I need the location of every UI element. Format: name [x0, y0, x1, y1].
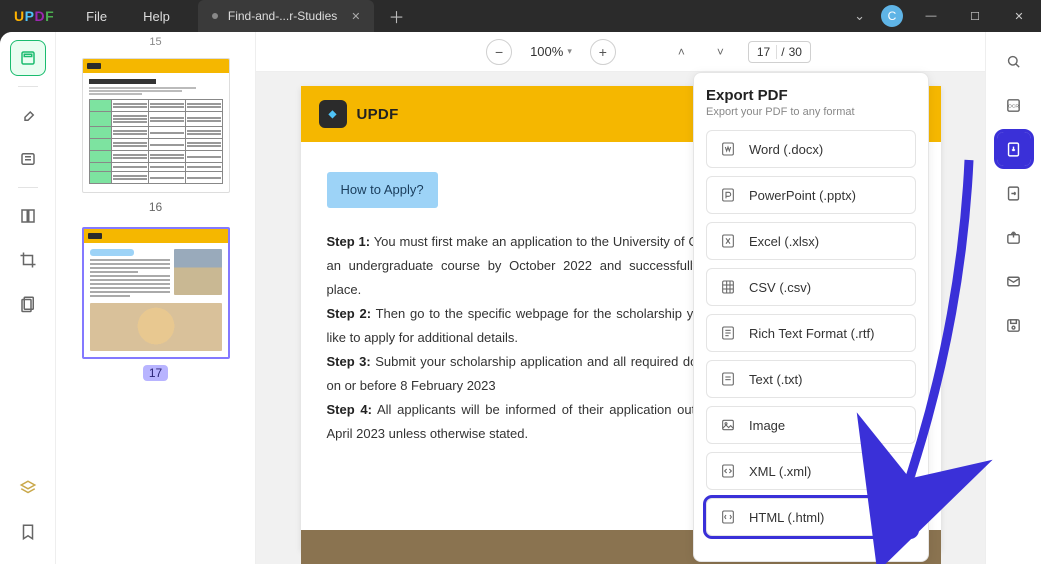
export-powerpoint-option[interactable]: PowerPoint (.pptx) [706, 176, 916, 214]
next-page-button[interactable]: ˅ [709, 45, 732, 59]
export-powerpoint-label: PowerPoint (.pptx) [749, 188, 856, 203]
svg-text:OCR: OCR [1008, 103, 1019, 109]
prev-page-button[interactable]: ˄ [670, 45, 693, 59]
thumbnail-panel: 15 [56, 32, 256, 564]
tab-title: Find-and-...r-Studies [228, 9, 337, 23]
export-rtf-option[interactable]: Rich Text Format (.rtf) [706, 314, 916, 352]
convert-button[interactable] [997, 176, 1031, 210]
html-icon [719, 508, 737, 526]
export-html-option[interactable]: HTML (.html) [706, 498, 916, 536]
export-button[interactable] [997, 132, 1031, 166]
share-button[interactable] [997, 220, 1031, 254]
thumbnail-label-16: 16 [143, 199, 168, 215]
separator [18, 187, 38, 188]
thumbnail-17[interactable]: 17 [82, 227, 230, 381]
export-image-label: Image [749, 418, 785, 433]
document-tab[interactable]: Find-and-...r-Studies ✕ [198, 0, 375, 32]
image-icon [719, 416, 737, 434]
left-toolbar [0, 32, 56, 564]
export-pdf-panel: Export PDF Export your PDF to any format… [693, 72, 929, 562]
export-word-option[interactable]: Word (.docx) [706, 130, 916, 168]
brand-logo-icon: ◆ [319, 100, 347, 128]
text-icon [719, 370, 737, 388]
page-indicator[interactable]: 17 / 30 [748, 41, 811, 63]
export-rtf-label: Rich Text Format (.rtf) [749, 326, 874, 341]
annotate-tool[interactable] [10, 97, 46, 133]
tab-modified-indicator [212, 13, 218, 19]
view-toolbar: − 100%▾ + ˄ ˅ 17 / 30 [256, 32, 985, 72]
window-more-button[interactable]: ⌄ [844, 8, 875, 24]
new-tab-button[interactable]: ＋ [374, 4, 418, 28]
thumbnail-18[interactable] [82, 393, 230, 407]
rtf-icon [719, 324, 737, 342]
export-subtitle: Export your PDF to any format [706, 106, 916, 118]
ocr-button[interactable]: OCR [997, 88, 1031, 122]
titlebar: UPDF File Help Find-and-...r-Studies ✕ ＋… [0, 0, 1041, 32]
word-icon [719, 140, 737, 158]
export-text-label: Text (.txt) [749, 372, 802, 387]
crop-tool[interactable] [10, 242, 46, 278]
window-maximize-button[interactable]: ☐ [953, 0, 997, 32]
zoom-out-button[interactable]: − [486, 39, 512, 65]
menu-file[interactable]: File [68, 9, 125, 24]
export-xml-option[interactable]: XML (.xml) [706, 452, 916, 490]
how-to-apply-heading: How to Apply? [327, 172, 438, 208]
user-avatar[interactable]: C [881, 5, 903, 27]
main-surface: 15 [0, 32, 1041, 564]
app-logo: UPDF [0, 8, 68, 24]
thumbnails-tool[interactable] [10, 40, 46, 76]
export-title: Export PDF [706, 87, 916, 104]
window-minimize-button[interactable]: — [909, 0, 953, 32]
export-excel-label: Excel (.xlsx) [749, 234, 819, 249]
save-button[interactable] [997, 308, 1031, 342]
thumbnail-16[interactable]: 16 [82, 58, 230, 215]
thumbnail-label-17: 17 [143, 365, 168, 381]
thumbnail-label-15: 15 [149, 36, 161, 48]
right-toolbar: OCR [985, 32, 1041, 564]
menu-help[interactable]: Help [125, 9, 188, 24]
email-button[interactable] [997, 264, 1031, 298]
tab-close-button[interactable]: ✕ [347, 8, 364, 25]
page-text-column: How to Apply? Step 1: You must first mak… [327, 172, 747, 466]
window-close-button[interactable]: ✕ [997, 0, 1041, 32]
brand-name: UPDF [357, 106, 399, 123]
layers-tool[interactable] [10, 470, 46, 506]
export-csv-option[interactable]: CSV (.csv) [706, 268, 916, 306]
export-image-option[interactable]: Image [706, 406, 916, 444]
export-excel-option[interactable]: Excel (.xlsx) [706, 222, 916, 260]
excel-icon [719, 232, 737, 250]
export-word-label: Word (.docx) [749, 142, 823, 157]
powerpoint-icon [719, 186, 737, 204]
export-xml-label: XML (.xml) [749, 464, 811, 479]
document-area: − 100%▾ + ˄ ˅ 17 / 30 ◆ UPDF How to Appl… [256, 32, 985, 564]
zoom-in-button[interactable]: + [590, 39, 616, 65]
bookmark-tool[interactable] [10, 514, 46, 550]
separator [18, 86, 38, 87]
edit-tool[interactable] [10, 141, 46, 177]
search-button[interactable] [997, 44, 1031, 78]
csv-icon [719, 278, 737, 296]
export-text-option[interactable]: Text (.txt) [706, 360, 916, 398]
export-csv-label: CSV (.csv) [749, 280, 811, 295]
organize-tool[interactable] [10, 198, 46, 234]
xml-icon [719, 462, 737, 480]
pages-tool[interactable] [10, 286, 46, 322]
zoom-level[interactable]: 100%▾ [528, 44, 574, 59]
export-html-label: HTML (.html) [749, 510, 824, 525]
